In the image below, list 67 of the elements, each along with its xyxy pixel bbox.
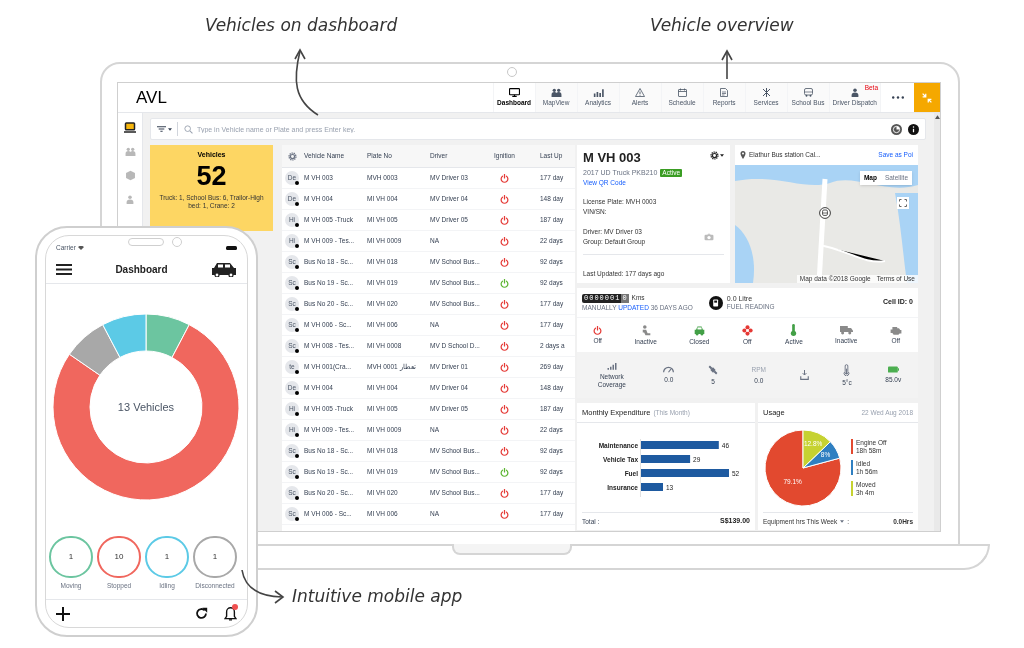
battery-icon	[887, 366, 899, 373]
webcam-icon	[507, 67, 517, 77]
signal-bars-icon	[606, 361, 617, 370]
gauge-icon	[663, 366, 675, 373]
info-icon[interactable]	[908, 123, 919, 135]
add-button[interactable]	[56, 606, 70, 621]
bar-chart-icon	[592, 88, 604, 98]
menu-button[interactable]	[56, 264, 72, 275]
laptop-icon	[124, 121, 136, 133]
filter-icon	[157, 126, 166, 132]
curved-arrow	[294, 48, 319, 116]
bus-icon	[802, 88, 814, 98]
dropdown-button[interactable]	[840, 520, 845, 523]
search-icon	[184, 124, 193, 134]
hexagon-icon	[124, 169, 136, 181]
settings-button[interactable]	[710, 151, 724, 160]
gear-icon[interactable]	[287, 151, 297, 161]
annotation-text: Vehicles on dashboard	[205, 14, 398, 36]
person-icon	[126, 194, 134, 204]
vehicle-count: 52	[196, 161, 227, 191]
fullscreen-button[interactable]	[897, 197, 909, 209]
filter-button[interactable]	[157, 122, 178, 136]
refresh-icon	[195, 607, 208, 620]
app-title: AVL	[135, 87, 167, 109]
calendar-icon	[677, 88, 687, 98]
donut-center-label: 13 Vehicles	[116, 400, 176, 414]
curved-arrow	[241, 569, 285, 604]
bar	[641, 454, 691, 463]
fuel-pump-icon	[708, 295, 723, 310]
straight-arrow	[721, 49, 733, 80]
status-count: 1	[49, 536, 93, 578]
people-icon	[550, 88, 562, 98]
scroll-up-arrow-icon[interactable]	[934, 115, 940, 119]
gear-icon	[710, 151, 719, 160]
bar	[641, 482, 663, 491]
caret-icon	[840, 520, 845, 523]
menu-icon	[56, 264, 72, 275]
status-count: 1	[193, 536, 237, 578]
wifi-icon	[77, 246, 84, 250]
annotation-text: Vehicle overview	[650, 14, 794, 36]
caret-icon	[720, 154, 724, 157]
fullscreen-icon	[899, 199, 907, 207]
status-count: 10	[97, 536, 141, 578]
vehicle-title: M VH 003	[583, 151, 641, 164]
screen-title: Dashboard	[114, 263, 169, 277]
tray-arrow-icon	[799, 370, 809, 380]
people-icon	[124, 146, 136, 156]
person-icon	[850, 88, 859, 98]
car-icon[interactable]	[211, 262, 237, 277]
monitor-icon	[508, 88, 520, 98]
more-icon	[891, 96, 904, 99]
refresh-button[interactable]	[195, 607, 208, 620]
plus-icon	[56, 606, 70, 621]
pie-chart-icon[interactable]	[891, 123, 902, 135]
battery-icon	[226, 246, 237, 250]
shrink-arrows-icon	[922, 92, 932, 103]
warning-icon	[635, 88, 646, 98]
satellite-icon	[708, 364, 718, 375]
thermometer-icon	[843, 363, 851, 376]
pin-icon	[740, 151, 746, 159]
bell-icon[interactable]	[224, 606, 237, 621]
bus-marker-icon[interactable]	[819, 207, 831, 219]
status-count: 1	[145, 536, 189, 578]
asterisk-icon	[761, 88, 771, 98]
document-icon	[720, 88, 729, 98]
caret-icon	[168, 127, 172, 131]
annotation-text: Intuitive mobile app	[292, 585, 463, 607]
